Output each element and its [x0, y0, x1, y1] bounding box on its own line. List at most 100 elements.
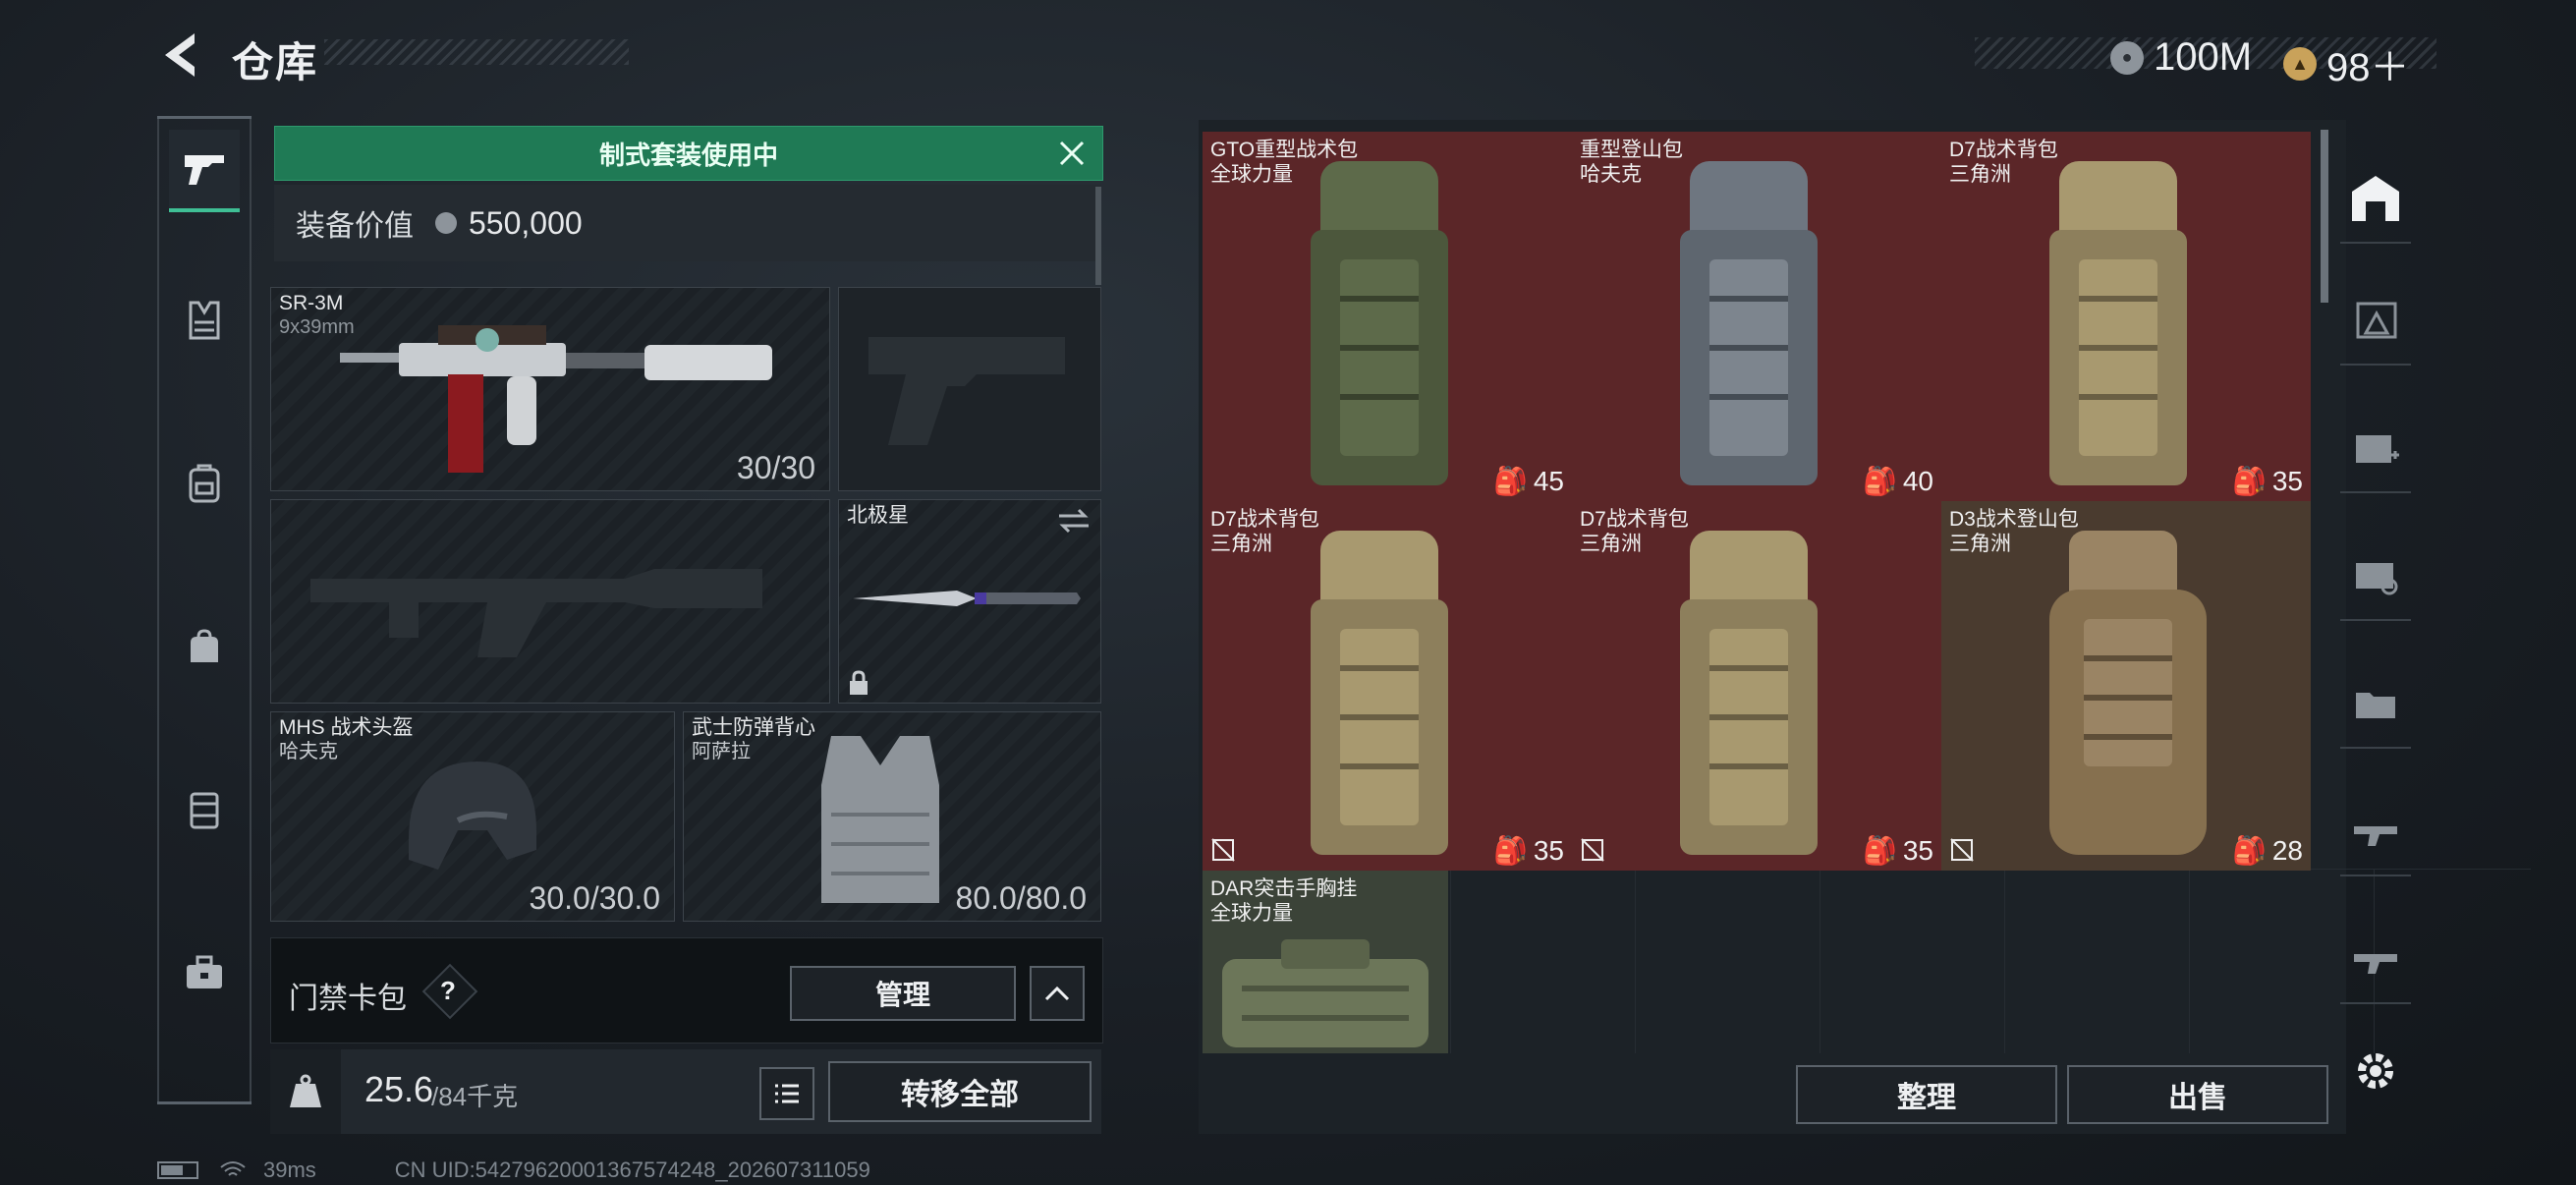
access-card-label: 门禁卡包	[289, 983, 407, 1015]
list-view-button[interactable]	[759, 1067, 814, 1120]
item-brand: 哈夫克	[1580, 163, 1642, 186]
nav-backpack[interactable]	[169, 444, 240, 523]
chest-rig-image	[1222, 939, 1428, 1047]
transfer-all-button[interactable]: 转移全部	[828, 1061, 1092, 1122]
nav-toolbox[interactable]	[169, 933, 240, 1012]
capacity-label: 🎒 35	[2232, 465, 2303, 497]
settings-button[interactable]	[2346, 1042, 2405, 1100]
loadout-scrollbar[interactable]	[1095, 187, 1101, 285]
collapse-button[interactable]	[1030, 966, 1085, 1021]
tab-storage-5[interactable]	[2340, 658, 2411, 749]
silver-amount: 100M	[2154, 35, 2253, 79]
tab-storage-main[interactable]	[2340, 153, 2411, 244]
container-icon	[190, 792, 219, 829]
capacity-label: 🎒 35	[1863, 834, 1933, 867]
primary-weapon-slot[interactable]: SR-3M 9x39mm 30/30	[270, 287, 830, 491]
list-icon	[775, 1084, 799, 1103]
tab-storage-3[interactable]	[2340, 403, 2411, 493]
armor-vest-image	[821, 736, 939, 903]
storage-gun-icon	[2354, 826, 2397, 846]
gold-coin-icon: ▲	[2283, 47, 2317, 81]
inventory-item[interactable]: D7战术背包 三角洲 🎒 35	[1941, 132, 2311, 501]
armor-slot[interactable]: 武士防弹背心 阿萨拉 80.0/80.0	[683, 711, 1101, 922]
nav-bag[interactable]	[169, 607, 240, 686]
backpack-small-icon: 🎒	[1492, 466, 1528, 496]
item-brand: 全球力量	[1210, 902, 1293, 925]
sort-button[interactable]: 整理	[1796, 1065, 2057, 1124]
pistol-icon	[185, 155, 224, 185]
tab-storage-7[interactable]	[2340, 914, 2411, 1004]
currency-gold[interactable]: ▲ 98＋	[2283, 35, 2410, 92]
helmet-slot[interactable]: MHS 战术头盔 哈夫克 30.0/30.0	[270, 711, 675, 922]
kg-weight-icon	[290, 1074, 321, 1107]
uid-text: CN UID:5427962000136757424​8_20260731105…	[394, 1157, 870, 1182]
capacity-value: 45	[1533, 465, 1564, 496]
armor-brand: 阿萨拉	[692, 741, 751, 762]
backpack-icon	[189, 464, 220, 503]
gold-amount: 98＋	[2326, 46, 2410, 89]
pistol-silhouette-icon	[868, 337, 1065, 445]
capacity-value: 28	[2271, 834, 2303, 866]
helmet-brand: 哈夫克	[279, 741, 338, 762]
nav-weapon[interactable]	[169, 130, 240, 212]
inventory-item[interactable]: D7战术背包 三角洲 🎒 35	[1572, 501, 1941, 871]
weight-icon-box	[270, 1049, 341, 1134]
pistol-slot[interactable]	[838, 287, 1101, 491]
secondary-weapon-slot[interactable]	[270, 499, 830, 704]
backpack-image	[1311, 161, 1448, 485]
item-brand: 三角洲	[1949, 163, 2011, 186]
chevron-up-icon	[1044, 986, 1070, 1001]
tab-storage-4[interactable]	[2340, 531, 2411, 621]
rifle-image	[340, 325, 772, 473]
armor-durability: 80.0/80.0	[955, 880, 1087, 916]
capacity-value: 40	[1902, 465, 1933, 496]
item-brand: 三角洲	[1949, 533, 2011, 555]
backpack-small-icon: 🎒	[1862, 835, 1897, 866]
nav-vest[interactable]	[169, 281, 240, 360]
swap-icon[interactable]	[1057, 506, 1091, 536]
no-insure-icon	[1211, 838, 1235, 862]
lock-icon	[850, 670, 868, 695]
nav-container[interactable]	[169, 770, 240, 849]
helmet-name: MHS 战术头盔	[279, 716, 414, 739]
close-icon[interactable]	[1055, 137, 1089, 170]
inventory-item[interactable]: 重型登山包 哈夫克 🎒 40	[1572, 132, 1941, 501]
capacity-label: 🎒 28	[2232, 834, 2303, 867]
tab-storage-2[interactable]	[2340, 275, 2411, 366]
inventory-item[interactable]: D7战术背包 三角洲 🎒 35	[1203, 501, 1572, 871]
toolbox-icon	[187, 955, 222, 988]
tab-storage-6[interactable]	[2340, 786, 2411, 876]
help-icon: ?	[440, 976, 456, 1005]
equipment-value: 550,000	[469, 204, 583, 241]
inventory-item[interactable]: GTO重型战术包 全球力量 🎒 45	[1203, 132, 1572, 501]
item-brand: 三角洲	[1210, 533, 1272, 555]
inventory-scrollbar[interactable]	[2321, 130, 2328, 303]
silver-coin-icon	[435, 212, 457, 234]
preset-banner-text: 制式套装使用中	[598, 140, 778, 170]
sell-button[interactable]: 出售	[2067, 1065, 2328, 1124]
storage-gun2-icon	[2354, 954, 2397, 974]
melee-slot[interactable]: 北极星	[838, 499, 1101, 704]
storage-medical-icon	[2356, 435, 2399, 463]
currency-silver[interactable]: ● 100M	[2110, 35, 2252, 80]
backpack-image	[2049, 161, 2187, 485]
manage-button[interactable]: 管理	[790, 966, 1016, 1021]
preset-banner: 制式套装使用中	[274, 126, 1103, 181]
title-stripe	[324, 39, 629, 65]
inventory-item[interactable]: D3战术登山包 三角洲 🎒 28	[1941, 501, 2311, 871]
storage-folder-icon	[2356, 693, 2395, 718]
backpack-small-icon: 🎒	[1862, 466, 1897, 496]
capacity-value: 35	[1902, 834, 1933, 866]
weight-max: /84千克	[431, 1082, 519, 1111]
weight-current: 25.6	[364, 1069, 434, 1109]
back-button[interactable]	[155, 28, 204, 83]
vest-icon	[189, 301, 220, 340]
rifle-silhouette-icon	[310, 569, 762, 657]
item-name: 重型登山包	[1580, 139, 1683, 161]
backpack-small-icon: 🎒	[2231, 835, 2267, 866]
inventory-item[interactable]: DAR突击手胸挂 全球力量	[1203, 871, 1448, 1053]
status-bar: 39ms CN UID:5427962000136757424​8_202607…	[157, 1157, 870, 1183]
inventory-panel: GTO重型战术包 全球力量 🎒 45 重型登山包 哈夫克 🎒 40 D7战术背包 三…	[1199, 120, 2531, 1134]
gear-icon	[2358, 1053, 2393, 1089]
capacity-label: 🎒 35	[1493, 834, 1564, 867]
